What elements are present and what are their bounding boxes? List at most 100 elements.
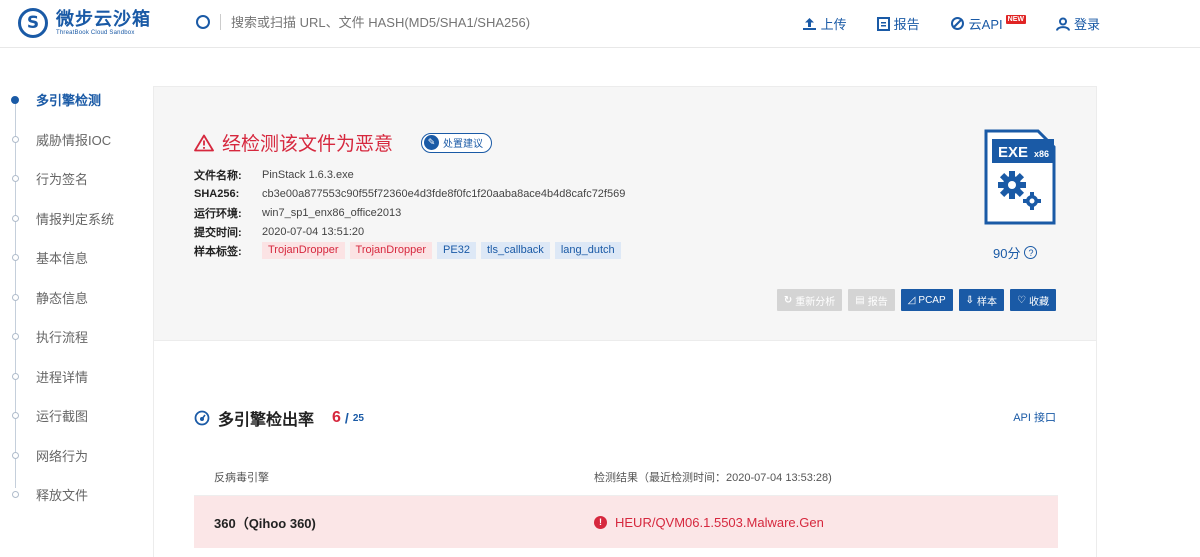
timeline-dot-icon <box>12 372 19 380</box>
sidebar-item-static-info[interactable]: 静态信息 <box>0 278 150 318</box>
search-divider <box>220 14 221 30</box>
score-value: 90分 <box>993 246 1021 261</box>
timeline-dot-icon <box>12 214 19 222</box>
advice-label: 处置建议 <box>443 139 484 150</box>
env-row: 运行环境: win7_sp1_enx86_office2013 <box>194 203 625 222</box>
detection-table-header: 反病毒引擎 检测结果（最近检测时间：2020-07-04 13:53:28) <box>194 458 1058 496</box>
sidebar-item-intel-judgement[interactable]: 情报判定系统 <box>0 199 150 239</box>
pcap-button[interactable]: ◿ PCAP <box>900 289 953 311</box>
detection-title: 多引擎检出率 <box>218 412 315 429</box>
tag[interactable]: TrojanDropper <box>349 242 433 259</box>
sidebar-item-multi-engine[interactable]: 多引擎检测 <box>0 80 150 120</box>
sample-download-button[interactable]: ⇩ 样本 <box>958 289 1005 311</box>
tag[interactable]: TrojanDropper <box>262 242 345 259</box>
detection-result: ! HEUR/QVM06.1.5503.Malware.Gen <box>594 515 824 530</box>
timeline-dot-icon <box>12 175 19 183</box>
favorite-button[interactable]: ♡ 收藏 <box>1010 289 1056 311</box>
tags-row: 样本标签: TrojanDropper TrojanDropper PE32 t… <box>194 241 625 260</box>
sidebar-item-label: 行为签名 <box>36 172 89 188</box>
sidebar-item-label: 网络行为 <box>36 448 89 464</box>
submit-time-value: 2020-07-04 13:51:20 <box>262 225 365 238</box>
timeline-dot-icon <box>12 412 19 420</box>
sha256-label: SHA256: <box>194 187 240 200</box>
timeline-dot-icon <box>12 135 19 143</box>
timeline-dot-icon <box>12 333 19 341</box>
exe-arch-text: x86 <box>1034 149 1049 159</box>
col-engine-header: 反病毒引擎 <box>214 471 269 484</box>
detection-slash: / <box>344 410 349 426</box>
nav-upload[interactable]: 上传 <box>802 14 847 33</box>
exe-type-text: EXE <box>998 144 1028 161</box>
report-button[interactable]: ▤ 报告 <box>848 289 895 311</box>
detection-total: 25 <box>352 412 364 424</box>
refresh-icon: ↻ <box>783 294 793 306</box>
search-input[interactable] <box>231 14 591 30</box>
sidebar-item-screenshots[interactable]: 运行截图 <box>0 396 150 436</box>
top-header: S 微步云沙箱 ThreatBook Cloud Sandbox 上传 报告 <box>0 0 1200 48</box>
tag[interactable]: PE32 <box>437 242 476 259</box>
sidebar: 多引擎检测 威胁情报IOC 行为签名 情报判定系统 基本信息 静态信息 执行流程… <box>0 80 150 515</box>
logo[interactable]: S 微步云沙箱 ThreatBook Cloud Sandbox <box>18 8 151 38</box>
sidebar-item-dropped-files[interactable]: 释放文件 <box>0 475 150 515</box>
verdict-row: 经检测该文件为恶意 ✎ 处置建议 <box>194 129 493 156</box>
warning-icon <box>194 134 214 151</box>
sidebar-item-basic-info[interactable]: 基本信息 <box>0 238 150 278</box>
main-content: 经检测该文件为恶意 ✎ 处置建议 文件名称: PinStack 1.6.3.ex… <box>153 86 1097 557</box>
reanalyze-button[interactable]: ↻ 重新分析 <box>776 289 843 311</box>
report-icon <box>876 16 890 31</box>
advice-button[interactable]: ✎ 处置建议 <box>421 132 493 153</box>
sidebar-item-threat-ioc[interactable]: 威胁情报IOC <box>0 120 150 160</box>
logo-title: 微步云沙箱 <box>56 9 151 29</box>
upload-icon <box>802 17 816 30</box>
exe-file-icon: EXE x86 <box>984 129 1056 225</box>
tag-list: TrojanDropper TrojanDropper PE32 tls_cal… <box>262 242 621 259</box>
sidebar-item-execution-flow[interactable]: 执行流程 <box>0 317 150 357</box>
col-result-header: 检测结果（最近检测时间：2020-07-04 13:53:28) <box>594 471 832 484</box>
new-badge: NEW <box>1005 15 1026 24</box>
logo-mark-icon: S <box>18 8 48 38</box>
gauge-icon <box>194 410 210 426</box>
nav-report-label: 报告 <box>893 17 920 32</box>
nav-cloud-api[interactable]: 云API NEW <box>950 14 1026 33</box>
alert-icon: ! <box>594 515 607 529</box>
timeline-dot-icon <box>12 491 19 499</box>
timeline-dot-icon <box>12 451 19 459</box>
sidebar-item-label: 运行截图 <box>36 409 89 425</box>
nav-report[interactable]: 报告 <box>876 14 920 33</box>
env-value: win7_sp1_enx86_office2013 <box>262 206 402 219</box>
detection-section: 多引擎检出率 6 / 25 API 接口 反病毒引擎 检测结果（最近检测时间：2… <box>153 341 1097 557</box>
file-meta: 文件名称: PinStack 1.6.3.exe SHA256: cb3e00a… <box>194 165 625 260</box>
tag[interactable]: lang_dutch <box>554 242 621 259</box>
sha256-value: cb3e00a877553c90f55f72360e4d3fde8f0fc1f2… <box>262 187 626 200</box>
report-icon: ▤ <box>855 294 865 306</box>
nav-login[interactable]: 登录 <box>1055 14 1100 33</box>
sidebar-item-behavior-signature[interactable]: 行为签名 <box>0 159 150 199</box>
reanalyze-label: 重新分析 <box>795 296 836 308</box>
timeline-dot-icon <box>12 254 19 262</box>
submit-time-row: 提交时间: 2020-07-04 13:51:20 <box>194 222 625 241</box>
sidebar-item-label: 静态信息 <box>36 290 89 306</box>
top-nav: 上传 报告 云API NEW 登录 <box>772 14 1100 33</box>
env-label: 运行环境: <box>194 207 242 220</box>
download-icon: ⇩ <box>965 294 975 306</box>
sidebar-item-network[interactable]: 网络行为 <box>0 436 150 476</box>
search-icon[interactable] <box>196 15 210 29</box>
detection-count: 6 <box>332 409 341 426</box>
sha256-row: SHA256: cb3e00a877553c90f55f72360e4d3fde… <box>194 184 625 203</box>
tag[interactable]: tls_callback <box>480 242 550 259</box>
api-link[interactable]: API 接口 <box>1013 409 1056 425</box>
wrench-icon: ✎ <box>424 135 440 150</box>
sidebar-item-label: 进程详情 <box>36 369 89 385</box>
timeline-dot-icon <box>11 95 19 104</box>
sidebar-item-label: 情报判定系统 <box>36 211 115 227</box>
heart-icon: ♡ <box>1017 294 1026 306</box>
table-row[interactable]: 360（Qihoo 360) ! HEUR/QVM06.1.5503.Malwa… <box>194 496 1058 548</box>
sample-label: 样本 <box>977 296 998 308</box>
tags-label: 样本标签: <box>194 245 242 258</box>
favorite-label: 收藏 <box>1029 296 1049 308</box>
sidebar-item-process-details[interactable]: 进程详情 <box>0 357 150 397</box>
sidebar-item-label: 基本信息 <box>36 251 89 267</box>
help-icon[interactable]: ? <box>1024 246 1038 259</box>
sidebar-item-label: 执行流程 <box>36 330 89 346</box>
report-label: 报告 <box>867 296 888 308</box>
